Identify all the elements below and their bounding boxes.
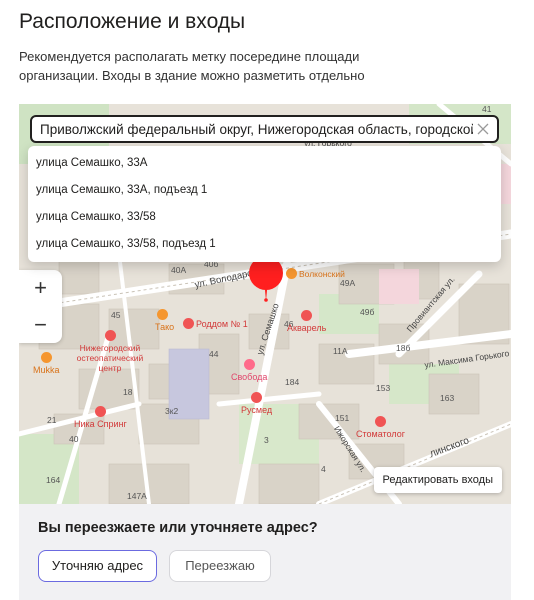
- suggestion-item[interactable]: улица Семашко, 33А: [28, 150, 501, 177]
- house-number: 147А: [127, 491, 147, 501]
- suggestion-list: улица Семашко, 33А улица Семашко, 33А, п…: [28, 146, 501, 262]
- poi-label: Нижегородский остеопатический центр: [76, 343, 144, 373]
- poi-label: Роддом № 1: [196, 318, 248, 329]
- suggestion-item[interactable]: улица Семашко, 33/58: [28, 204, 501, 231]
- suggestion-item[interactable]: улица Семашко, 33А, подъезд 1: [28, 177, 501, 204]
- zoom-control: + −: [19, 270, 62, 343]
- page-title: Расположение и входы: [19, 10, 246, 33]
- house-number: 151: [335, 413, 350, 423]
- poi-tako[interactable]: [157, 309, 168, 320]
- address-search: [30, 115, 499, 143]
- poi-label: Свобода: [231, 372, 268, 382]
- house-number: 49А: [340, 278, 356, 288]
- clarify-address-button[interactable]: Уточняю адрес: [38, 550, 157, 582]
- poi-label: Mukka: [33, 365, 60, 375]
- medical-icon: [251, 392, 263, 403]
- house-number: 164: [46, 475, 61, 485]
- poi-osteo[interactable]: Нижегородский остеопатический центр: [69, 330, 151, 373]
- poi-roddom[interactable]: Роддом № 1: [183, 318, 248, 329]
- house-number: 44: [209, 349, 219, 359]
- house-number: 45: [111, 310, 121, 320]
- medical-icon: [104, 330, 116, 341]
- map[interactable]: ул. Володарского ул. Семашко Провиантска…: [19, 104, 511, 504]
- house-number: 3к2: [165, 406, 179, 416]
- hospital-icon: [183, 318, 194, 329]
- poi-label: Русмед: [241, 405, 273, 415]
- house-number: 49б: [360, 307, 375, 317]
- house-number: 18: [123, 387, 133, 397]
- zoom-in-button[interactable]: +: [19, 270, 62, 306]
- medical-icon: [301, 310, 313, 321]
- map-pin-icon: [249, 256, 283, 302]
- poi-label: Ника Спринг: [74, 419, 127, 429]
- poi-mukka[interactable]: Mukka: [33, 352, 60, 375]
- poi-akvarel[interactable]: Акварель: [287, 310, 326, 333]
- house-number: 3: [264, 435, 269, 445]
- poi-label-tako: Тако: [155, 322, 175, 332]
- zoom-out-button[interactable]: −: [19, 307, 62, 343]
- poi-label: Акварель: [287, 323, 327, 333]
- poi-nika[interactable]: Ника Спринг: [74, 406, 127, 429]
- food-icon: [157, 309, 168, 320]
- address-search-input[interactable]: [38, 120, 475, 138]
- edit-entrances-button[interactable]: Редактировать входы: [373, 467, 502, 493]
- house-number: 40А: [171, 265, 187, 275]
- house-number: 40: [69, 434, 79, 444]
- house-number: 21: [47, 415, 57, 425]
- move-panel: Вы переезжаете или уточняете адрес? Уточ…: [19, 504, 511, 600]
- suggestion-item[interactable]: улица Семашко, 33/58, подъезд 1: [28, 231, 501, 258]
- house-number: 11А: [333, 346, 348, 356]
- moving-button[interactable]: Переезжаю: [169, 550, 271, 582]
- dental-icon: [375, 416, 386, 427]
- page-subtitle: Рекомендуется располагать метку посереди…: [19, 49, 365, 83]
- house-number: 18б: [396, 343, 411, 353]
- poi-rusmed[interactable]: Русмед: [241, 392, 272, 415]
- house-number: 184: [285, 377, 300, 387]
- house-number: 163: [440, 393, 455, 403]
- cafe-icon: [40, 352, 52, 363]
- poi-svoboda[interactable]: Свобода: [231, 359, 267, 382]
- cafe-icon: [286, 268, 297, 279]
- house-number: 41: [482, 104, 492, 114]
- clear-icon[interactable]: [475, 121, 491, 137]
- beauty-icon: [243, 359, 255, 370]
- poi-volkonsky[interactable]: Волконский: [286, 268, 345, 279]
- medical-icon: [94, 406, 106, 417]
- location-pin[interactable]: [248, 255, 284, 303]
- move-panel-title: Вы переезжаете или уточняете адрес?: [38, 520, 318, 536]
- poi-stomatolog[interactable]: Стоматолог: [356, 416, 405, 439]
- poi-label: Стоматолог: [356, 429, 405, 439]
- poi-label: Волконский: [299, 268, 345, 279]
- house-number: 4: [321, 464, 326, 474]
- house-number: 153: [376, 383, 391, 393]
